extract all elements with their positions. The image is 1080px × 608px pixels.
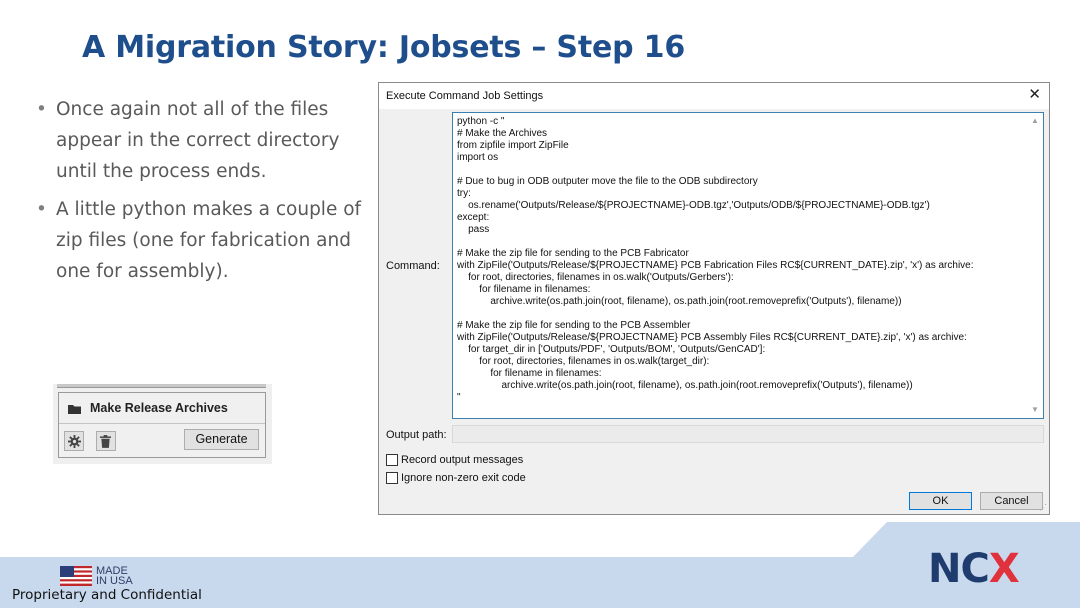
ok-button[interactable]: OK [909, 492, 972, 510]
confidential-notice: Proprietary and Confidential [12, 587, 202, 603]
bullet-list: • Once again not all of the files appear … [36, 94, 376, 294]
command-label: Command: [386, 260, 440, 272]
output-path-input[interactable] [452, 425, 1044, 443]
jobset-name: Make Release Archives [90, 401, 228, 415]
resize-grip-icon[interactable]: ⋰ [1039, 504, 1047, 512]
trash-icon [100, 435, 111, 448]
made-in-usa: MADE IN USA [96, 566, 133, 587]
dialog-title: Execute Command Job Settings [386, 90, 544, 102]
command-scrollbar[interactable]: ▲ ▼ [1028, 113, 1043, 418]
jobset-divider [57, 384, 266, 388]
jobset-separator [59, 423, 265, 424]
close-icon[interactable]: ✕ [1028, 87, 1041, 103]
cancel-button[interactable]: Cancel [980, 492, 1043, 510]
dialog-titlebar: Execute Command Job Settings ✕ [379, 83, 1049, 109]
settings-button[interactable] [64, 431, 84, 451]
bullet-item: • A little python makes a couple of zip f… [36, 194, 376, 287]
record-output-checkbox[interactable] [386, 454, 398, 466]
scroll-up-icon[interactable]: ▲ [1031, 116, 1039, 125]
record-output-label: Record output messages [401, 454, 524, 466]
delete-button[interactable] [96, 431, 116, 451]
slide-title: A Migration Story: Jobsets – Step 16 [82, 30, 685, 65]
us-flag-icon [60, 566, 92, 586]
execute-command-dialog: Execute Command Job Settings ✕ Command: … [378, 82, 1050, 515]
folder-icon [68, 405, 81, 414]
output-path-label: Output path: [386, 429, 447, 441]
ignore-exit-checkbox[interactable] [386, 472, 398, 484]
slide: A Migration Story: Jobsets – Step 16 • On… [0, 0, 1080, 608]
scroll-down-icon[interactable]: ▼ [1031, 405, 1039, 414]
ignore-exit-label: Ignore non-zero exit code [401, 472, 526, 484]
bullet-text: A little python makes a couple of zip fi… [56, 199, 362, 282]
gear-icon [68, 435, 81, 448]
bullet-item: • Once again not all of the files appear … [36, 94, 376, 187]
ncx-logo: NCX [928, 546, 1020, 592]
bullet-text: Once again not all of the files appear i… [56, 99, 340, 182]
generate-button[interactable]: Generate [184, 429, 259, 450]
jobset-widget: Make Release Archives Generate [53, 384, 272, 464]
jobset-panel: Make Release Archives Generate [58, 392, 266, 458]
bullet-dot: • [36, 199, 47, 220]
logo-x: X [988, 546, 1020, 592]
command-text[interactable]: python -c " # Make the Archives from zip… [457, 116, 974, 404]
command-textarea[interactable]: python -c " # Make the Archives from zip… [452, 112, 1044, 419]
logo-nc: NC [928, 546, 990, 592]
bullet-dot: • [36, 99, 47, 120]
made-line-2: IN USA [96, 575, 133, 587]
